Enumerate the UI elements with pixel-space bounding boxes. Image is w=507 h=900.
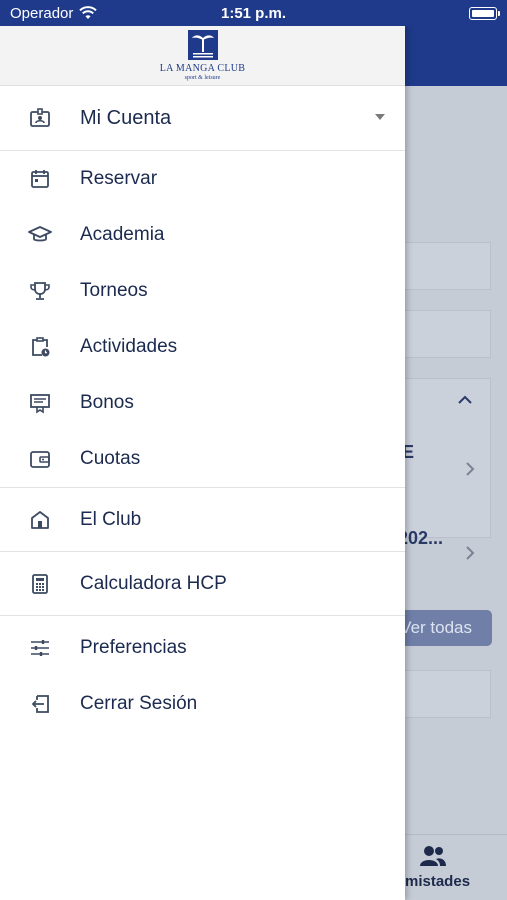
friends-icon[interactable] (419, 845, 447, 872)
chevron-right-icon[interactable] (465, 461, 475, 477)
tab-friends-label[interactable]: mistades (405, 873, 470, 890)
clipboard-clock-icon (0, 335, 80, 359)
menu-item-calculadora-hcp[interactable]: Calculadora HCP (0, 552, 405, 615)
sliders-icon (0, 636, 80, 660)
menu-item-bonos[interactable]: Bonos (0, 375, 405, 431)
menu-item-el-club[interactable]: El Club (0, 488, 405, 551)
my-account-label: Mi Cuenta (80, 106, 172, 129)
menu-item-preferencias[interactable]: Preferencias (0, 620, 405, 676)
menu-item-label: Academia (80, 224, 165, 245)
background-card[interactable] (405, 670, 491, 718)
menu-item-academia[interactable]: Academia (0, 207, 405, 263)
drawer-header: LA MANGA CLUB sport & leisure (0, 26, 405, 86)
club-name: LA MANGA CLUB (159, 63, 246, 74)
wallet-icon (0, 447, 80, 471)
menu-item-label: Preferencias (80, 637, 187, 658)
menu-item-label: Torneos (80, 280, 148, 301)
graduation-cap-icon (0, 223, 80, 247)
calendar-icon (0, 167, 80, 191)
my-account-item[interactable]: Mi Cuenta (0, 86, 405, 150)
status-time: 1:51 p.m. (220, 4, 287, 22)
menu-group-main: Reservar Academia Torneos Actividades Bo… (0, 151, 405, 487)
background-card[interactable] (405, 242, 491, 290)
menu-item-cuotas[interactable]: Cuotas (0, 431, 405, 487)
menu-item-label: Cuotas (80, 448, 141, 469)
menu-item-torneos[interactable]: Torneos (0, 263, 405, 319)
id-card-icon (0, 106, 80, 130)
caret-down-icon[interactable] (375, 114, 385, 120)
menu-item-actividades[interactable]: Actividades (0, 319, 405, 375)
view-all-button[interactable]: Ver todas (395, 610, 492, 646)
menu-item-label: Reservar (80, 168, 158, 189)
menu-item-label: Calculadora HCP (80, 572, 227, 594)
menu-group-settings: Preferencias Cerrar Sesión (0, 616, 405, 732)
logout-icon (0, 692, 80, 716)
tab-bar: mistades (405, 834, 507, 900)
battery-icon (469, 6, 500, 20)
menu-item-label: El Club (80, 508, 142, 530)
calculator-icon (0, 572, 80, 596)
menu-item-reservar[interactable]: Reservar (0, 151, 405, 207)
menu-item-cerrar-sesion[interactable]: Cerrar Sesión (0, 676, 405, 732)
background-panel[interactable] (405, 378, 491, 560)
chevron-up-icon[interactable] (457, 395, 473, 405)
status-bar: Operador 1:51 p.m. (0, 0, 507, 26)
menu-item-label: Cerrar Sesión (80, 693, 198, 714)
trophy-icon (0, 279, 80, 303)
menu-item-label: Bonos (80, 392, 134, 413)
club-logo-icon (187, 30, 218, 60)
home-icon (0, 508, 80, 532)
background-card[interactable] (405, 310, 491, 358)
chevron-right-icon[interactable] (465, 545, 475, 561)
club-tagline: sport & leisure (184, 75, 221, 81)
side-drawer: LA MANGA CLUB sport & leisure Mi Cuenta … (0, 26, 405, 900)
voucher-icon (0, 391, 80, 415)
menu-item-label: Actividades (80, 336, 178, 357)
